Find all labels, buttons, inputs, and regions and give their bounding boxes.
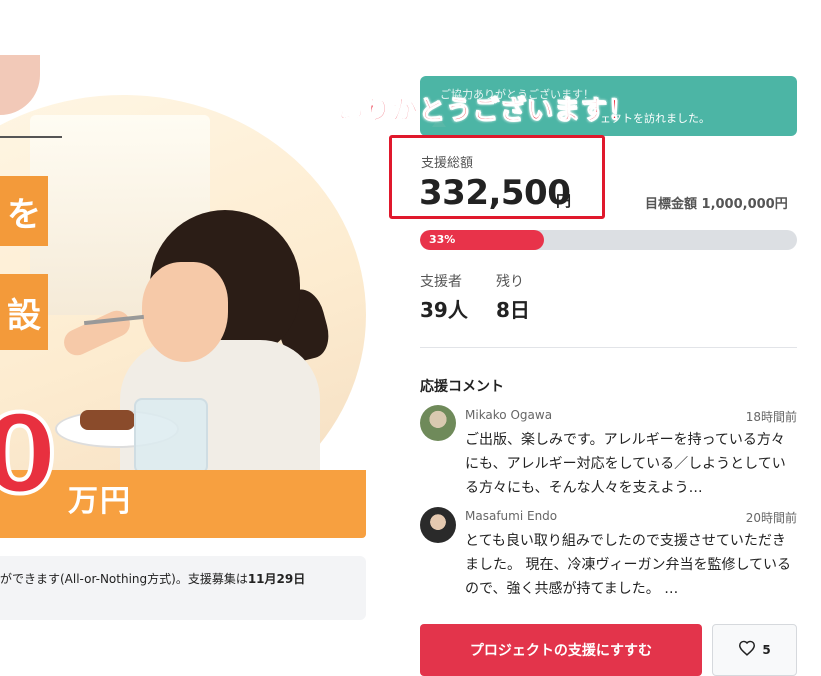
supporters-value: 39人 xyxy=(420,298,468,322)
girl-face xyxy=(142,262,228,362)
hero-unit: 万円 xyxy=(68,484,132,519)
supporters-label: 支援者 xyxy=(420,274,462,290)
overlay-thanks-text: ありがとうございます！ xyxy=(337,96,636,127)
comment-author[interactable]: Mikako Ogawa xyxy=(465,408,552,422)
hero-divider-line xyxy=(0,136,62,138)
comments-title: 応援コメント xyxy=(420,379,504,395)
hero-label-1: を xyxy=(0,176,48,246)
comment-time: 20時間前 xyxy=(745,511,797,525)
comment-text: とても良い取り組みでしたので支援させていただきました。 現在、冷凍ヴィーガン弁当… xyxy=(465,533,792,597)
total-amount: 332,500 xyxy=(419,173,571,213)
comment-avatar[interactable] xyxy=(420,507,456,543)
hero-big-number: 0 xyxy=(0,393,59,518)
comment-time: 18時間前 xyxy=(745,410,797,424)
like-count: 5 xyxy=(762,643,771,657)
remaining-label: 残り xyxy=(496,274,524,290)
hero-label-2: 設 xyxy=(0,274,48,350)
funding-method-note xyxy=(0,556,366,620)
comment-text: ご出版、楽しみです。アレルギーを持っている方々にも、アレルギー対応をしている／し… xyxy=(465,432,786,496)
water-glass xyxy=(134,398,208,474)
progress-bar xyxy=(420,230,797,250)
support-project-button[interactable]: プロジェクトの支援にすすむ xyxy=(420,624,702,676)
funding-method-text: ができます(All-or-Nothing方式)。支援募集は11月29日 xyxy=(0,570,305,587)
heart-icon xyxy=(738,640,756,660)
project-hero-image: を 設 0 万円 xyxy=(0,0,370,540)
remaining-value: 8日 xyxy=(496,298,530,322)
total-currency: 円 xyxy=(556,192,572,210)
comment-avatar[interactable] xyxy=(420,405,456,441)
like-button[interactable]: 5 xyxy=(712,624,797,676)
comment-author[interactable]: Masafumi Endo xyxy=(465,509,557,523)
food xyxy=(80,410,135,430)
progress-percent: 33% xyxy=(429,233,456,246)
total-label: 支援総額 xyxy=(421,156,474,171)
funding-deadline: 11月29日 xyxy=(247,572,306,586)
funding-method-prefix: ができます(All-or-Nothing方式)。支援募集は xyxy=(0,572,248,586)
goal-amount: 目標金額 1,000,000円 xyxy=(645,197,788,212)
section-divider xyxy=(420,347,797,348)
